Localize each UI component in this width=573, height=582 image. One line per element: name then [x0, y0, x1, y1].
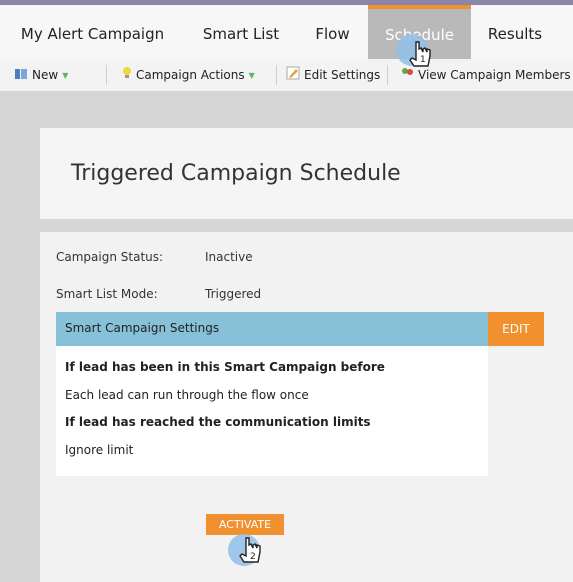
step-marker-2: 2	[250, 552, 256, 562]
hand-cursor-step-2-icon: 2	[222, 528, 270, 580]
campaign-actions-button[interactable]: Campaign Actions ▼	[122, 59, 255, 91]
page-title: Triggered Campaign Schedule	[71, 161, 401, 186]
tab-flow[interactable]: Flow	[297, 5, 368, 59]
settings-header-label: Smart Campaign Settings	[65, 321, 220, 335]
campaign-status-label: Campaign Status:	[56, 250, 164, 264]
dropdown-arrow-icon: ▼	[248, 71, 255, 80]
settings-question-2: If lead has reached the communication li…	[65, 415, 371, 429]
new-label: New	[32, 68, 59, 82]
settings-question-1: If lead has been in this Smart Campaign …	[65, 360, 385, 374]
toolbar-divider	[276, 65, 277, 85]
smart-campaign-settings-header: Smart Campaign Settings	[56, 312, 488, 346]
lightbulb-icon	[122, 60, 132, 92]
hand-cursor-step-1-icon: 1	[394, 28, 442, 80]
tab-campaign[interactable]: My Alert Campaign	[0, 5, 185, 59]
schedule-panel: Campaign Status: Inactive Smart List Mod…	[40, 232, 573, 582]
edit-settings-inline-button[interactable]: EDIT	[488, 312, 544, 346]
smart-list-mode-label: Smart List Mode:	[56, 287, 158, 301]
tab-smart-list[interactable]: Smart List	[185, 5, 297, 59]
edit-settings-button[interactable]: Edit Settings	[286, 59, 380, 91]
new-menu-button[interactable]: New ▼	[14, 59, 68, 91]
smart-list-mode-value: Triggered	[205, 287, 262, 301]
settings-answer-1: Each lead can run through the flow once	[65, 388, 309, 402]
campaign-actions-label: Campaign Actions	[136, 68, 245, 82]
tab-results[interactable]: Results	[471, 5, 559, 59]
toolbar-divider	[387, 65, 388, 85]
settings-answer-2: Ignore limit	[65, 443, 134, 457]
toolbar-divider	[106, 65, 107, 85]
smart-campaign-settings-body: If lead has been in this Smart Campaign …	[56, 346, 488, 476]
edit-settings-label: Edit Settings	[304, 68, 381, 82]
tab-bar: My Alert Campaign Smart List Flow Schedu…	[0, 5, 573, 59]
new-campaign-icon	[14, 60, 28, 92]
toolbar: New ▼ Campaign Actions ▼ Edit Settings Vie…	[0, 59, 573, 92]
pencil-edit-icon	[286, 60, 300, 92]
campaign-status-value: Inactive	[205, 250, 253, 264]
title-panel: Triggered Campaign Schedule	[40, 128, 573, 219]
dropdown-arrow-icon: ▼	[62, 71, 69, 80]
step-marker-1: 1	[420, 55, 426, 65]
